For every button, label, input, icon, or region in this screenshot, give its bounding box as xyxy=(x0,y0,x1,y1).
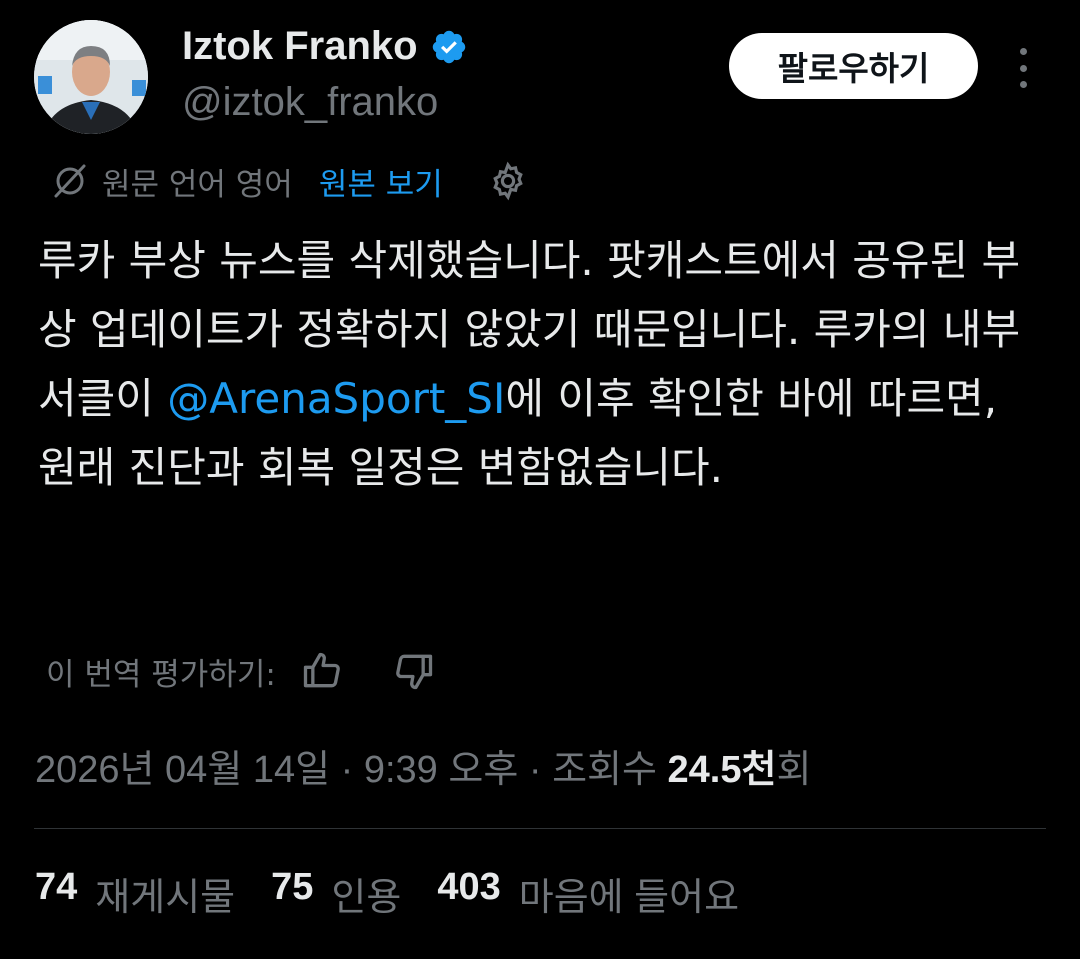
dot xyxy=(1019,81,1027,88)
gear-icon[interactable] xyxy=(487,160,529,202)
verified-badge-icon xyxy=(432,30,465,63)
views-count: 24.5천 xyxy=(667,749,777,791)
thumbs-down-icon[interactable] xyxy=(392,649,436,693)
show-original-link[interactable]: 원본 보기 xyxy=(319,159,443,204)
dot xyxy=(1019,48,1027,55)
rate-translation-bar: 이 번역 평가하기: xyxy=(46,646,436,696)
avatar-photo-icon xyxy=(34,20,148,134)
separator-dot: · xyxy=(340,749,364,791)
source-language-label: 원문 언어 영어 xyxy=(102,166,293,203)
avatar[interactable] xyxy=(34,20,148,134)
thumbs-up-icon[interactable] xyxy=(300,649,344,693)
likes-count: 403 xyxy=(437,866,501,908)
tweet-date[interactable]: 2026년 04월 14일 xyxy=(35,749,330,791)
views-suffix: 회 xyxy=(776,749,812,791)
divider xyxy=(34,828,1046,829)
tweet-meta: 2026년 04월 14일 · 9:39 오후 · 조회수 24.5천회 xyxy=(35,738,811,793)
quotes-label: 인용 xyxy=(331,877,402,919)
follow-button[interactable]: 팔로우하기 xyxy=(729,33,978,99)
likes-label: 마음에 들어요 xyxy=(518,877,740,919)
translate-icon xyxy=(54,164,86,198)
mention-link[interactable]: @ArenaSport_SI xyxy=(167,374,505,423)
author-name[interactable]: Iztok Franko xyxy=(182,24,468,69)
views-label: 조회수 xyxy=(552,749,657,791)
author-handle[interactable]: @iztok_franko xyxy=(182,80,438,125)
tweet-text: 루카 부상 뉴스를 삭제했습니다. 팟캐스트에서 공유된 부상 업데이트가 정확… xyxy=(38,226,1048,502)
rate-translation-label: 이 번역 평가하기: xyxy=(46,656,276,693)
reposts-label: 재게시물 xyxy=(95,877,236,919)
reposts-count: 74 xyxy=(35,866,78,908)
author-name-text[interactable]: Iztok Franko xyxy=(182,24,418,69)
reposts-stat[interactable]: 74 재게시물 xyxy=(35,866,235,921)
engagement-stats: 74 재게시물 75 인용 403 마음에 들어요 xyxy=(35,866,775,921)
quotes-stat[interactable]: 75 인용 xyxy=(271,866,401,921)
translation-bar: 원문 언어 영어 원본 보기 xyxy=(48,156,529,206)
more-options-icon[interactable] xyxy=(1008,48,1038,88)
likes-stat[interactable]: 403 마음에 들어요 xyxy=(437,866,739,921)
separator-dot: · xyxy=(528,749,553,791)
dot xyxy=(1019,64,1027,72)
tweet-time[interactable]: 9:39 오후 xyxy=(364,749,518,791)
quotes-count: 75 xyxy=(271,866,314,908)
